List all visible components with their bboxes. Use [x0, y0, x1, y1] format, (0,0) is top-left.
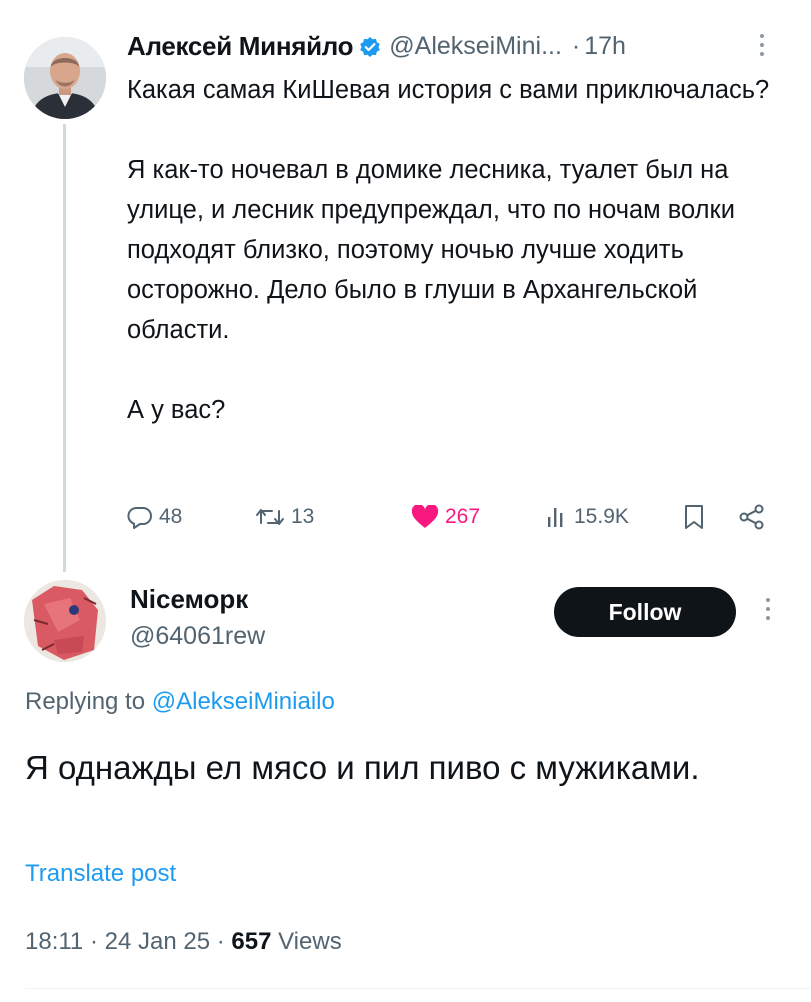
share-button[interactable]: [738, 500, 766, 534]
post-time[interactable]: 17h: [584, 32, 626, 61]
repost-icon: [255, 505, 285, 529]
author-name[interactable]: Алексей Миняйло: [127, 31, 354, 62]
views-count: 15.9K: [574, 505, 629, 528]
replying-to: Replying to @AlekseiMiniailo: [25, 688, 335, 716]
views-label: Views: [278, 928, 342, 955]
author-handle[interactable]: @AlekseiMini...: [389, 32, 562, 61]
post-meta: 18:11 · 24 Jan 25 · 657 Views: [25, 928, 342, 956]
replying-prefix: Replying to: [25, 688, 146, 715]
views-count: 657: [231, 928, 272, 955]
post-text: Какая самая КиШевая история с вами прикл…: [127, 76, 770, 424]
translate-post-link[interactable]: Translate post: [25, 860, 176, 888]
header-separator: ·: [571, 32, 581, 60]
thread-line: [63, 124, 66, 572]
post-time[interactable]: 18:11: [25, 928, 83, 955]
like-icon: [411, 505, 439, 529]
bookmark-button[interactable]: [683, 500, 705, 534]
repost-count: 13: [291, 505, 315, 528]
divider: [25, 988, 811, 989]
more-icon[interactable]: [766, 598, 770, 620]
repost-button[interactable]: 13: [255, 500, 314, 534]
reply-count: 48: [159, 505, 183, 528]
reply-author-handle[interactable]: @64061rew: [130, 622, 265, 651]
reply-author-name[interactable]: Nісеморк: [130, 584, 248, 615]
author-avatar[interactable]: [24, 37, 106, 119]
meta-separator: ·: [89, 928, 98, 955]
reply-icon: [127, 505, 153, 529]
meta-separator: ·: [216, 928, 225, 955]
views-icon: [546, 505, 568, 529]
post-date[interactable]: 24 Jan 25: [105, 928, 210, 955]
views-button[interactable]: 15.9K: [546, 500, 629, 534]
post-header: Алексей Миняйло @AlekseiMini... · 17h: [127, 31, 626, 62]
reply-button[interactable]: 48: [127, 500, 182, 534]
more-icon[interactable]: [760, 34, 764, 56]
verified-badge-icon: [359, 36, 381, 58]
like-count: 267: [445, 505, 481, 528]
like-button[interactable]: 267: [411, 500, 480, 534]
reply-text: Я однажды ел мясо и пил пиво с мужиками.: [25, 749, 700, 786]
reply-author-avatar[interactable]: [24, 580, 106, 662]
share-icon: [738, 504, 766, 530]
bookmark-icon: [683, 504, 705, 530]
follow-button[interactable]: Follow: [554, 587, 736, 637]
replying-to-mention[interactable]: @AlekseiMiniailo: [152, 688, 335, 715]
